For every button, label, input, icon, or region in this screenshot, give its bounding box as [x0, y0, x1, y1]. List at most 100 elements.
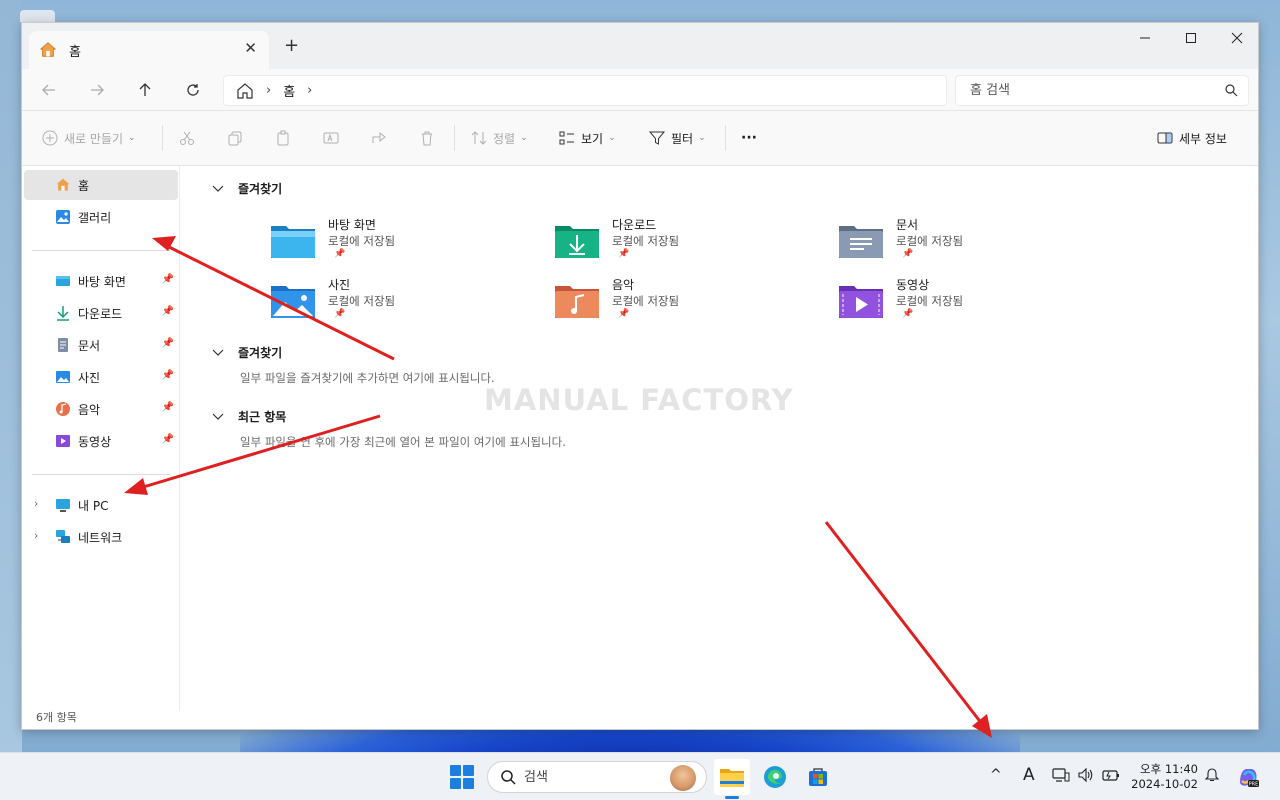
- active-app-indicator: [725, 796, 739, 799]
- start-button[interactable]: [450, 765, 474, 789]
- folder-downloads[interactable]: 다운로드 로컬에 저장됨 📌: [554, 218, 754, 270]
- section-title: 최근 항목: [238, 410, 287, 424]
- breadcrumb[interactable]: › 홈 ›: [223, 75, 947, 106]
- folder-status: 로컬에 저장됨: [612, 294, 680, 308]
- content-area: 즐겨찾기 바탕 화면 로컬에 저장됨 📌 다운로드 로컬에 저장됨 📌 문서 로…: [192, 166, 1258, 709]
- refresh-button[interactable]: [180, 77, 206, 103]
- folder-status: 로컬에 저장됨: [612, 234, 680, 248]
- command-bar: 새로 만들기 ⌄ 정렬 ⌄ 보기 ⌄ 필터 ⌄ ··· 세부 정보: [22, 111, 1258, 166]
- filter-icon: [649, 130, 665, 146]
- close-tab-icon[interactable]: ✕: [244, 39, 257, 57]
- clipboard-icon: [275, 130, 291, 146]
- copy-button[interactable]: [227, 125, 249, 151]
- volume-icon[interactable]: [1077, 767, 1095, 787]
- section-favorites-files[interactable]: 즐겨찾기: [212, 344, 282, 361]
- chevron-down-icon[interactable]: [212, 182, 224, 196]
- view-button[interactable]: 보기 ⌄: [559, 125, 616, 151]
- breadcrumb-separator[interactable]: ›: [266, 83, 271, 98]
- home-icon: [54, 176, 72, 194]
- taskbar-clock[interactable]: 오후 11:40 2024-10-02: [1128, 762, 1198, 792]
- sort-button[interactable]: 정렬 ⌄: [471, 125, 528, 151]
- delete-button[interactable]: [419, 125, 441, 151]
- search-field[interactable]: [955, 75, 1249, 106]
- folder-desktop[interactable]: 바탕 화면 로컬에 저장됨 📌: [270, 218, 470, 270]
- trash-icon: [419, 130, 435, 146]
- pin-icon[interactable]: 📌: [162, 338, 174, 349]
- folder-name: 동영상: [896, 278, 930, 292]
- file-explorer-taskbar-button[interactable]: [714, 759, 750, 795]
- maximize-button[interactable]: [1168, 23, 1214, 53]
- sort-label: 정렬: [493, 131, 516, 146]
- sidebar-item-gallery[interactable]: 갤러리: [24, 202, 178, 232]
- up-button[interactable]: [132, 77, 158, 103]
- folder-music[interactable]: 음악 로컬에 저장됨 📌: [554, 278, 754, 330]
- favorites-empty-message: 일부 파일을 즐겨찾기에 추가하면 여기에 표시됩니다.: [240, 371, 495, 385]
- windows-logo-icon: [450, 765, 461, 776]
- folder-status: 로컬에 저장됨: [896, 234, 964, 248]
- more-options-button[interactable]: ···: [741, 125, 757, 151]
- sidebar-item-desktop[interactable]: 바탕 화면 📌: [24, 266, 178, 296]
- edge-icon: [764, 766, 786, 788]
- filter-button[interactable]: 필터 ⌄: [649, 125, 706, 151]
- paste-button[interactable]: [275, 125, 297, 151]
- section-recent[interactable]: 최근 항목: [212, 408, 286, 425]
- sidebar-item-label: 사진: [78, 370, 101, 385]
- windows-logo-icon: [463, 778, 474, 789]
- refresh-icon: [187, 84, 199, 96]
- folder-videos[interactable]: 동영상 로컬에 저장됨 📌: [838, 278, 1038, 330]
- details-pane-button[interactable]: 세부 정보: [1157, 125, 1227, 151]
- sidebar-item-this-pc[interactable]: › 내 PC: [24, 490, 178, 520]
- chevron-right-icon[interactable]: ›: [34, 529, 38, 542]
- sidebar-item-videos[interactable]: 동영상 📌: [24, 426, 178, 456]
- network-icon: [54, 528, 72, 546]
- network-status-icon[interactable]: [1052, 767, 1070, 787]
- sidebar-item-network[interactable]: › 네트워크: [24, 522, 178, 552]
- share-button[interactable]: [371, 125, 393, 151]
- pin-icon[interactable]: 📌: [162, 306, 174, 317]
- taskbar-search-input[interactable]: [524, 769, 664, 785]
- arrow-right-icon: [91, 84, 104, 96]
- breadcrumb-separator[interactable]: ›: [307, 83, 312, 98]
- notification-bell-icon[interactable]: [1204, 767, 1220, 787]
- search-input[interactable]: [970, 83, 1210, 98]
- cut-button[interactable]: [179, 125, 201, 151]
- taskbar-search[interactable]: [487, 761, 707, 793]
- tray-overflow-button[interactable]: ^: [990, 767, 1002, 783]
- copilot-icon[interactable]: PRE: [1236, 765, 1260, 793]
- sidebar-item-home[interactable]: 홈: [24, 170, 178, 200]
- ime-indicator[interactable]: A: [1023, 765, 1035, 785]
- minimize-button[interactable]: [1122, 23, 1168, 53]
- wallpaper-edge: [0, 0, 22, 760]
- new-tab-button[interactable]: +: [284, 35, 299, 56]
- tab-home[interactable]: 홈 ✕: [29, 31, 269, 69]
- sidebar-item-downloads[interactable]: 다운로드 📌: [24, 298, 178, 328]
- folder-documents[interactable]: 문서 로컬에 저장됨 📌: [838, 218, 1038, 270]
- edge-taskbar-button[interactable]: [757, 759, 793, 795]
- forward-button[interactable]: [84, 77, 110, 103]
- battery-icon[interactable]: [1101, 767, 1121, 787]
- sidebar-item-label: 네트워크: [78, 530, 123, 545]
- sidebar-item-documents[interactable]: 문서 📌: [24, 330, 178, 360]
- section-favorites[interactable]: 즐겨찾기: [212, 180, 282, 197]
- pin-icon[interactable]: 📌: [162, 370, 174, 381]
- back-button[interactable]: [36, 77, 62, 103]
- pin-icon[interactable]: 📌: [162, 274, 174, 285]
- folder-pictures[interactable]: 사진 로컬에 저장됨 📌: [270, 278, 470, 330]
- rename-button[interactable]: [323, 125, 345, 151]
- chevron-down-icon[interactable]: [212, 410, 224, 424]
- pin-icon: 📌: [334, 309, 346, 319]
- sidebar-item-pictures[interactable]: 사진 📌: [24, 362, 178, 392]
- gallery-icon: [54, 208, 72, 226]
- pin-icon[interactable]: 📌: [162, 402, 174, 413]
- chevron-down-icon[interactable]: [212, 346, 224, 360]
- close-window-button[interactable]: [1214, 23, 1260, 53]
- sidebar-item-music[interactable]: 음악 📌: [24, 394, 178, 424]
- new-button[interactable]: 새로 만들기 ⌄: [42, 125, 136, 151]
- file-explorer-icon: [720, 769, 744, 787]
- chevron-right-icon[interactable]: ›: [34, 497, 38, 510]
- store-taskbar-button[interactable]: [800, 759, 836, 795]
- breadcrumb-home[interactable]: 홈: [283, 81, 295, 100]
- windows-logo-icon: [450, 778, 461, 789]
- pin-icon[interactable]: 📌: [162, 434, 174, 445]
- computer-icon: [54, 496, 72, 514]
